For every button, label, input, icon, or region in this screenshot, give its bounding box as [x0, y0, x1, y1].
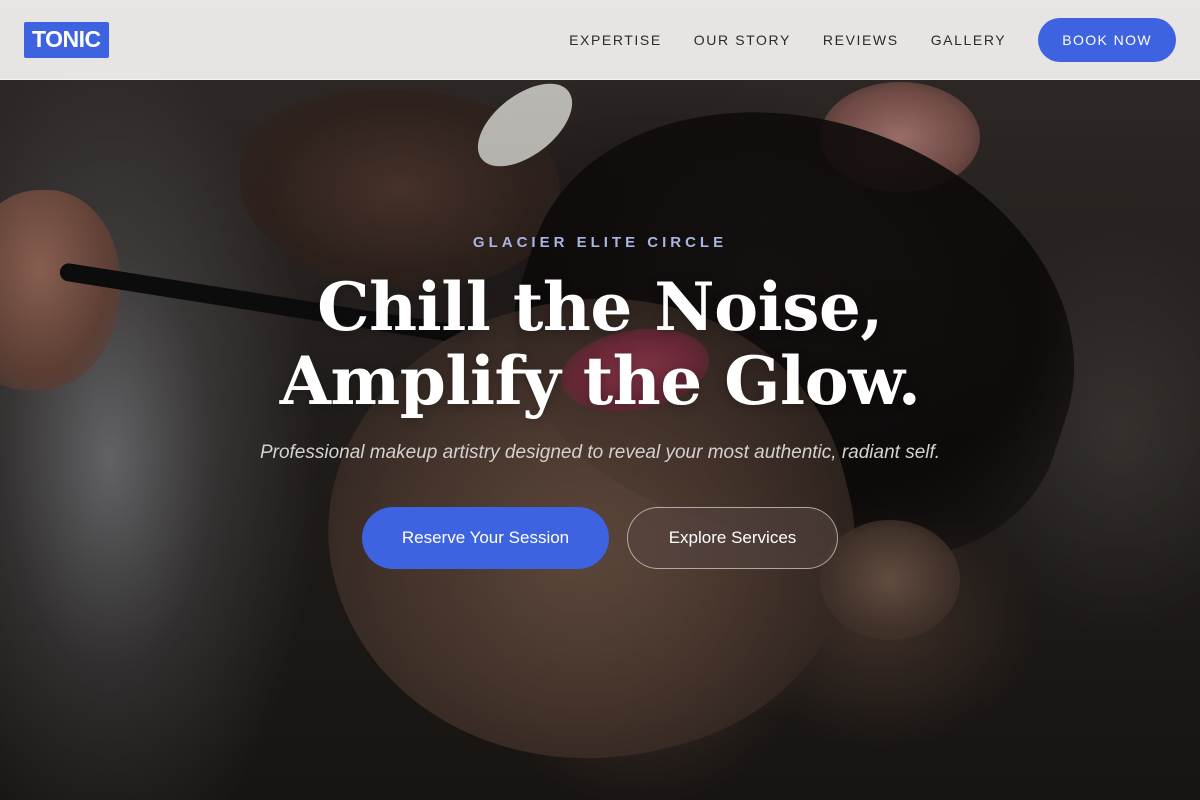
logo[interactable]: TONIC	[24, 21, 109, 58]
reserve-session-button[interactable]: Reserve Your Session	[362, 507, 609, 569]
nav-link-our-story[interactable]: OUR STORY	[694, 32, 791, 48]
headline-line-1: Chill the Noise,	[317, 268, 883, 346]
main-nav: EXPERTISE OUR STORY REVIEWS GALLERY BOOK…	[569, 17, 1176, 62]
page: TONIC EXPERTISE OUR STORY REVIEWS GALLER…	[0, 0, 1200, 800]
hero-tagline: Professional makeup artistry designed to…	[259, 442, 941, 463]
book-now-button[interactable]: BOOK NOW	[1038, 17, 1176, 62]
headline-line-2: Amplify the Glow.	[279, 342, 921, 420]
hero-cta-group: Reserve Your Session Explore Services	[0, 507, 1200, 569]
explore-services-button[interactable]: Explore Services	[627, 507, 838, 569]
hero-headline: Chill the Noise, Amplify the Glow.	[0, 270, 1200, 418]
hero-section: GLACIER ELITE CIRCLE Chill the Noise, Am…	[0, 0, 1200, 800]
nav-link-gallery[interactable]: GALLERY	[931, 32, 1007, 48]
hero-eyebrow: GLACIER ELITE CIRCLE	[472, 234, 728, 251]
nav-link-expertise[interactable]: EXPERTISE	[569, 32, 662, 48]
site-header: TONIC EXPERTISE OUR STORY REVIEWS GALLER…	[0, 0, 1200, 80]
nav-link-reviews[interactable]: REVIEWS	[823, 32, 899, 48]
